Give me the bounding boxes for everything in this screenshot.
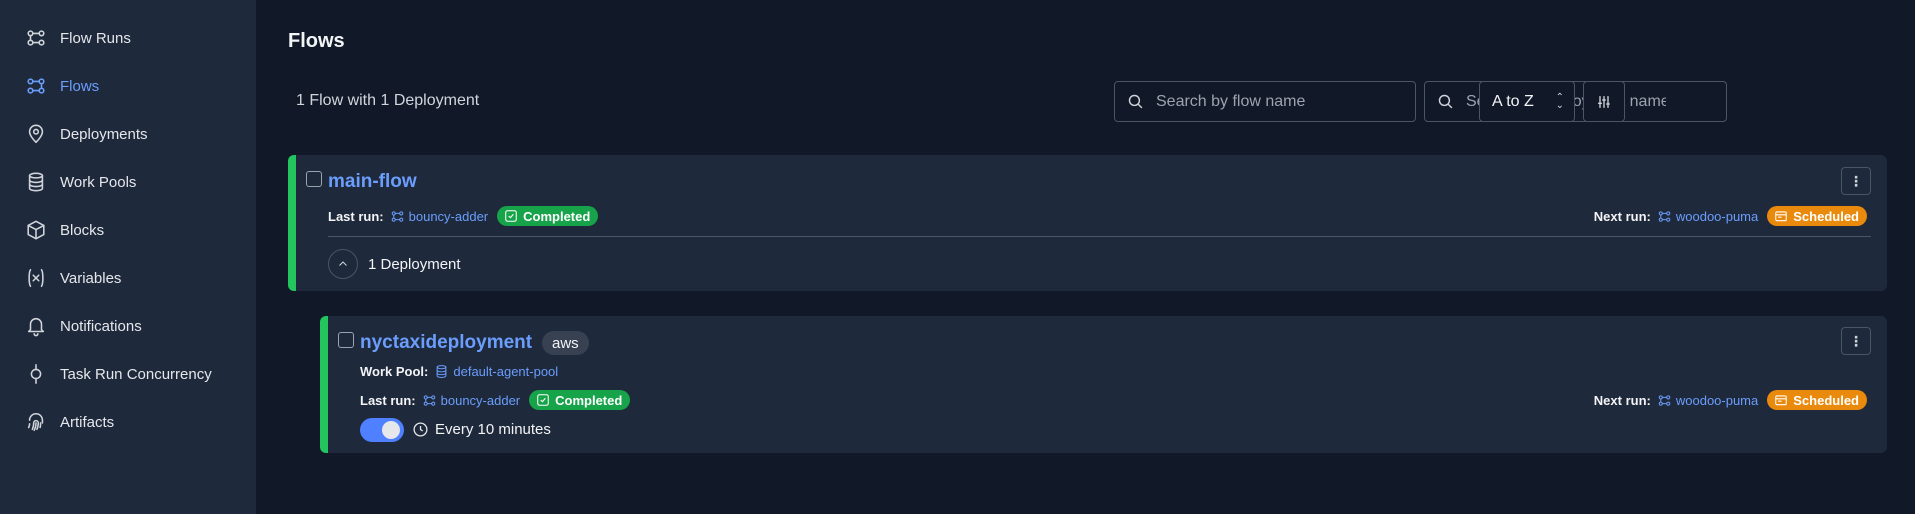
next-run-name: woodoo-puma — [1675, 208, 1759, 224]
more-vertical-icon: ⋮ — [1849, 333, 1863, 349]
status-text: Scheduled — [1793, 208, 1859, 224]
database-icon — [437, 365, 447, 378]
work-pool-label: Work Pool: — [360, 364, 429, 379]
next-run-name: woodoo-puma — [1675, 392, 1759, 408]
sidebar-item-label: Task Run Concurrency — [60, 365, 212, 383]
calendar-icon — [1775, 211, 1788, 222]
sort-value: A to Z — [1492, 92, 1534, 110]
sidebar-item-label: Notifications — [60, 317, 142, 335]
more-vertical-icon: ⋮ — [1849, 173, 1863, 189]
sidebar-item-label: Deployments — [60, 125, 148, 143]
check-square-icon — [537, 394, 549, 406]
next-run-label: Next run: — [1593, 392, 1651, 408]
schedule-text: Every 10 minutes — [435, 421, 551, 438]
concurrency-icon — [24, 362, 48, 386]
deployment-count: 1 Deployment — [368, 256, 461, 273]
flow-select-checkbox[interactable] — [306, 171, 322, 187]
flow-next-run: Next run: woodoo-puma Scheduled — [1594, 206, 1867, 226]
sidebar-item-work-pools[interactable]: Work Pools — [0, 158, 256, 206]
calendar-icon — [1775, 395, 1788, 406]
status-text: Scheduled — [1793, 392, 1859, 408]
search-deployment-field[interactable] — [1424, 81, 1727, 122]
sidebar-item-variables[interactable]: Variables — [0, 254, 256, 302]
deployment-select-checkbox[interactable] — [338, 332, 354, 348]
sidebar: Flow Runs Flows Deployments Work Pools B… — [0, 0, 256, 514]
flow-run-icon — [423, 394, 435, 406]
database-icon — [24, 170, 48, 194]
status-text: Completed — [555, 392, 623, 408]
sidebar-item-label: Blocks — [60, 221, 105, 239]
next-run-link[interactable]: woodoo-puma — [1657, 209, 1758, 224]
divider — [328, 236, 1871, 237]
deployment-menu-button[interactable]: ⋮ — [1841, 327, 1871, 355]
chevron-up-down-icon: ⌃ ⌄ — [1555, 92, 1564, 111]
chevron-up-icon — [339, 261, 347, 266]
flow-runs-icon — [24, 26, 48, 50]
sidebar-item-deployments[interactable]: Deployments — [0, 110, 256, 158]
status-badge-scheduled: Scheduled — [1767, 206, 1867, 226]
sidebar-item-flow-runs[interactable]: Flow Runs — [0, 14, 256, 62]
deployment-name-link[interactable]: nyctaxideployment — [360, 332, 532, 354]
next-run-label: Next run: — [1593, 208, 1651, 224]
deployment-schedule: Every 10 minutes — [412, 421, 551, 438]
search-flow-field[interactable] — [1114, 81, 1416, 122]
deployment-last-run: Last run: bouncy-adder Completed — [360, 390, 631, 410]
sort-select[interactable]: A to Z ⌃ ⌄ — [1479, 81, 1575, 122]
last-run-link[interactable]: bouncy-adder — [390, 208, 489, 224]
flow-menu-button[interactable]: ⋮ — [1841, 167, 1871, 195]
sidebar-item-task-run-concurrency[interactable]: Task Run Concurrency — [0, 350, 256, 398]
flow-run-icon — [1658, 210, 1671, 222]
deployment-work-pool: Work Pool: default-agent-pool — [360, 364, 558, 379]
work-pool-name: default-agent-pool — [453, 364, 559, 379]
flow-run-icon — [1658, 394, 1671, 406]
flow-name-link[interactable]: main-flow — [328, 171, 417, 193]
main-content: Flows 1 Flow with 1 Deployment A to Z ⌃⌄… — [256, 0, 1915, 514]
sidebar-item-label: Variables — [60, 269, 122, 287]
deployment-next-run: Next run: woodoo-puma Scheduled — [1594, 390, 1867, 410]
variable-icon — [24, 266, 48, 290]
status-badge-scheduled: Scheduled — [1767, 390, 1867, 410]
status-badge-completed: Completed — [529, 390, 631, 410]
last-run-link[interactable]: bouncy-adder — [422, 392, 521, 408]
sidebar-item-flows[interactable]: Flows — [0, 62, 256, 110]
cube-icon — [24, 218, 48, 242]
sidebar-item-blocks[interactable]: Blocks — [0, 206, 256, 254]
filter-settings-button[interactable] — [1583, 81, 1625, 122]
status-badge-completed: Completed — [497, 206, 599, 226]
last-run-label: Last run: — [360, 392, 416, 408]
last-run-name: bouncy-adder — [408, 208, 489, 224]
bell-icon — [24, 314, 48, 338]
collapse-deployments-button[interactable] — [328, 249, 358, 279]
schedule-toggle[interactable] — [360, 418, 404, 442]
sidebar-item-label: Work Pools — [60, 173, 137, 191]
sidebar-item-artifacts[interactable]: Artifacts — [0, 398, 256, 446]
sidebar-item-label: Flows — [60, 77, 100, 95]
search-icon — [1438, 94, 1453, 109]
fingerprint-icon — [24, 410, 48, 434]
work-pool-link[interactable]: default-agent-pool — [434, 364, 558, 379]
sidebar-item-notifications[interactable]: Notifications — [0, 302, 256, 350]
flow-run-icon — [391, 210, 403, 222]
sidebar-item-label: Artifacts — [60, 413, 115, 431]
status-text: Completed — [523, 208, 591, 224]
map-pin-icon — [24, 122, 48, 146]
check-square-icon — [505, 210, 517, 222]
sidebar-item-label: Flow Runs — [60, 29, 131, 47]
flows-icon — [24, 74, 48, 98]
flows-summary: 1 Flow with 1 Deployment — [296, 92, 480, 109]
deployment-tag: aws — [542, 331, 589, 355]
next-run-link[interactable]: woodoo-puma — [1657, 393, 1758, 408]
last-run-label: Last run: — [328, 208, 384, 224]
toggle-knob — [382, 421, 400, 439]
deployment-card: nyctaxideployment aws ⋮ Work Pool: defau… — [320, 316, 1887, 453]
flow-card: main-flow ⋮ Last run: bouncy-adder Compl… — [288, 155, 1887, 291]
last-run-name: bouncy-adder — [440, 392, 521, 408]
search-flow-input[interactable] — [1156, 92, 1356, 111]
sliders-icon — [1598, 95, 1610, 108]
flow-last-run: Last run: bouncy-adder Completed — [328, 206, 599, 226]
search-icon — [1128, 94, 1143, 109]
clock-icon — [413, 422, 428, 437]
page-title: Flows — [288, 30, 345, 52]
